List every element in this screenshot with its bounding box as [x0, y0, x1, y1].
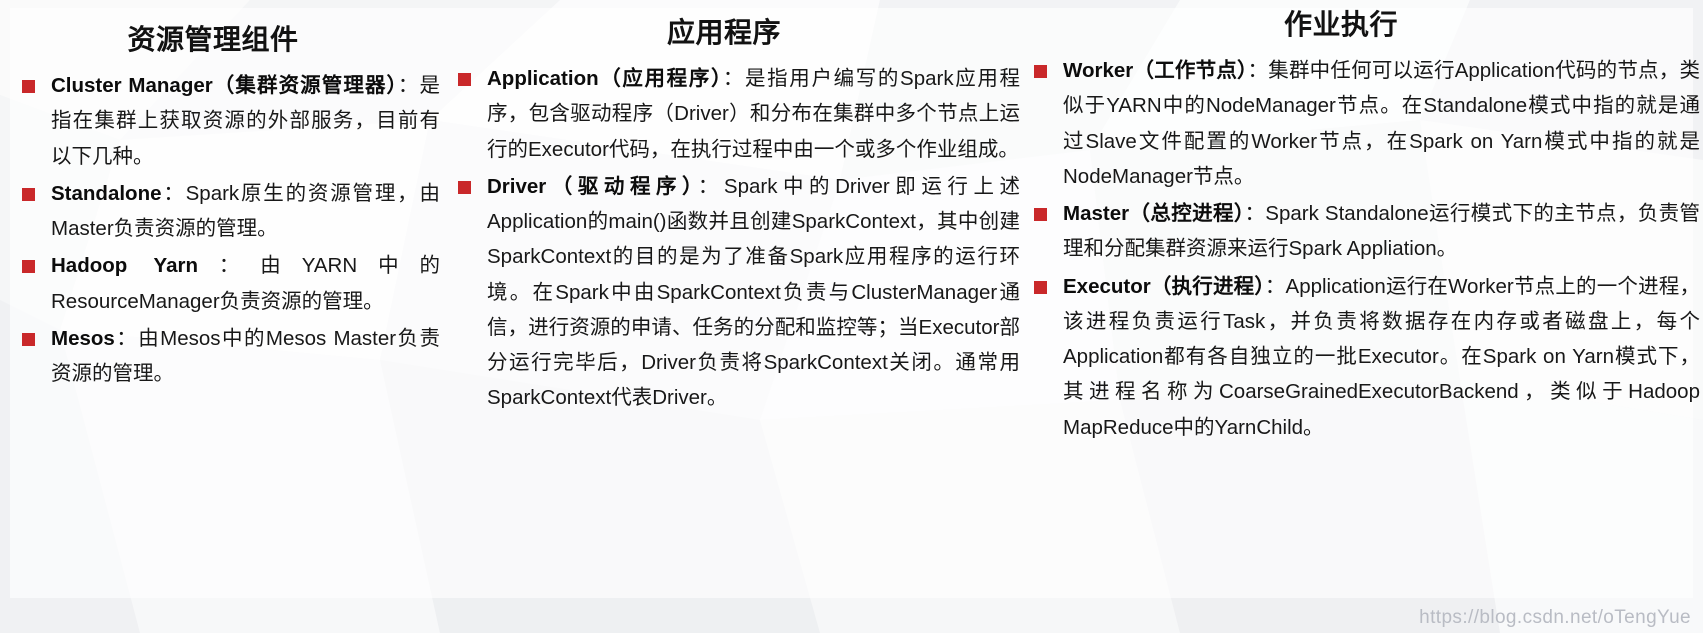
columns-container: 资源管理组件 Cluster Manager（集群资源管理器）：是指在集群上获取… [0, 0, 1703, 633]
column-title-1: 资源管理组件 [127, 24, 299, 55]
column-title-3: 作业执行 [1283, 9, 1398, 40]
list-item: Mesos：由Mesos中的Mesos Master负责资源的管理。 [14, 321, 440, 392]
square-bullet-icon [1034, 65, 1047, 79]
square-bullet-icon [458, 73, 471, 87]
bullet-body: ：Spark中的Driver即运行上述Application的main()函数并… [487, 174, 1020, 410]
bullet-list-3: Worker（工作节点）：集群中任何可以运行Application代码的节点，类… [1026, 53, 1700, 445]
square-bullet-icon [22, 332, 35, 346]
bullet-body: ：Application运行在Worker节点上的一个进程，该进程负责运行Tas… [1063, 274, 1700, 439]
list-item: Driver（驱动程序）：Spark中的Driver即运行上述Applicati… [450, 169, 1020, 416]
column-title-2: 应用程序 [666, 17, 781, 48]
square-bullet-icon [1034, 208, 1047, 222]
list-item: Standalone：Spark原生的资源管理，由Master负责资源的管理。 [14, 176, 440, 247]
list-item: Hadoop Yarn：由YARN中的ResourceManager负责资源的管… [14, 248, 440, 319]
column-job-execution: 作业执行 Worker（工作节点）：集群中任何可以运行Application代码… [1020, 0, 1700, 633]
bullet-term: Hadoop Yarn [51, 254, 198, 278]
list-item: Master（总控进程）：Spark Standalone运行模式下的主节点，负… [1026, 196, 1700, 267]
bullet-list-2: Application（应用程序）：是指用户编写的Spark应用程序，包含驱动程… [450, 61, 1020, 416]
bullet-term: Standalone [51, 181, 162, 205]
bullet-term: Executor（执行进程） [1063, 274, 1265, 298]
square-bullet-icon [458, 180, 471, 194]
square-bullet-icon [22, 260, 35, 274]
bullet-term: Driver（驱动程序） [487, 174, 698, 198]
column-application: 应用程序 Application（应用程序）：是指用户编写的Spark应用程序，… [440, 0, 1020, 633]
bullet-term: Cluster Manager（集群资源管理器） [51, 74, 398, 98]
list-item: Executor（执行进程）：Application运行在Worker节点上的一… [1026, 269, 1700, 445]
bullet-term: Worker（工作节点） [1063, 59, 1248, 83]
list-item: Application（应用程序）：是指用户编写的Spark应用程序，包含驱动程… [450, 61, 1020, 167]
square-bullet-icon [22, 187, 35, 201]
list-item: Cluster Manager（集群资源管理器）：是指在集群上获取资源的外部服务… [14, 68, 440, 174]
bullet-term: Mesos [51, 326, 115, 350]
square-bullet-icon [1034, 280, 1047, 294]
bullet-term: Master（总控进程） [1063, 202, 1245, 226]
bullet-term: Application（应用程序） [487, 67, 723, 91]
slide-canvas: 资源管理组件 Cluster Manager（集群资源管理器）：是指在集群上获取… [0, 0, 1703, 633]
square-bullet-icon [22, 80, 35, 94]
column-resource-management: 资源管理组件 Cluster Manager（集群资源管理器）：是指在集群上获取… [0, 0, 440, 633]
list-item: Worker（工作节点）：集群中任何可以运行Application代码的节点，类… [1026, 53, 1700, 194]
bullet-list-1: Cluster Manager（集群资源管理器）：是指在集群上获取资源的外部服务… [14, 68, 440, 391]
